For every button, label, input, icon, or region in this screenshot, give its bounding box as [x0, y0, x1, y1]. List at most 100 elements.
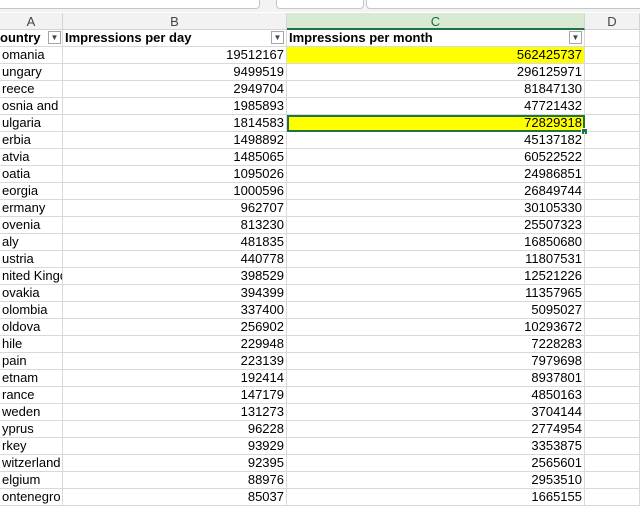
empty-cell[interactable] [585, 132, 640, 149]
impressions-day-cell[interactable]: 1498892 [63, 132, 287, 149]
impressions-day-cell[interactable]: 2949704 [63, 81, 287, 98]
country-cell[interactable]: weden [0, 404, 63, 421]
country-cell[interactable]: olombia [0, 302, 63, 319]
empty-cell[interactable] [585, 387, 640, 404]
impressions-month-cell[interactable]: 7228283 [287, 336, 585, 353]
impressions-month-cell[interactable]: 11807531 [287, 251, 585, 268]
impressions-month-cell[interactable]: 12521226 [287, 268, 585, 285]
impressions-day-cell[interactable]: 1095026 [63, 166, 287, 183]
impressions-month-cell[interactable]: 2774954 [287, 421, 585, 438]
impressions-day-cell[interactable]: 223139 [63, 353, 287, 370]
impressions-day-cell[interactable]: 1485065 [63, 149, 287, 166]
empty-cell[interactable] [585, 285, 640, 302]
impressions-day-cell[interactable]: 92395 [63, 455, 287, 472]
impressions-month-cell[interactable]: 8937801 [287, 370, 585, 387]
country-cell[interactable]: erbia [0, 132, 63, 149]
impressions-month-cell[interactable]: 81847130 [287, 81, 585, 98]
empty-cell[interactable] [585, 251, 640, 268]
country-cell[interactable]: yprus [0, 421, 63, 438]
country-cell[interactable]: oldova [0, 319, 63, 336]
country-cell[interactable]: ermany [0, 200, 63, 217]
country-cell[interactable]: rkey [0, 438, 63, 455]
filter-dropdown-icon[interactable]: ▼ [271, 31, 284, 44]
empty-cell[interactable] [585, 217, 640, 234]
country-cell[interactable]: ungary [0, 64, 63, 81]
empty-cell[interactable] [585, 489, 640, 506]
country-cell[interactable]: aly [0, 234, 63, 251]
impressions-month-cell[interactable]: 25507323 [287, 217, 585, 234]
impressions-day-cell[interactable]: 256902 [63, 319, 287, 336]
country-cell[interactable]: eorgia [0, 183, 63, 200]
empty-cell[interactable] [585, 421, 640, 438]
impressions-day-cell[interactable]: 813230 [63, 217, 287, 234]
country-cell[interactable]: reece [0, 81, 63, 98]
empty-cell[interactable] [585, 302, 640, 319]
country-cell[interactable]: ulgaria [0, 115, 63, 132]
filter-dropdown-icon[interactable]: ▼ [48, 31, 61, 44]
empty-cell[interactable] [585, 30, 640, 47]
impressions-month-cell[interactable]: 16850680 [287, 234, 585, 251]
impressions-month-cell[interactable]: 562425737 [287, 47, 585, 64]
empty-cell[interactable] [585, 353, 640, 370]
impressions-month-cell[interactable]: 45137182 [287, 132, 585, 149]
impressions-day-cell[interactable]: 192414 [63, 370, 287, 387]
country-cell[interactable]: omania [0, 47, 63, 64]
impressions-day-cell[interactable]: 481835 [63, 234, 287, 251]
column-header-a[interactable]: A [0, 13, 63, 30]
country-cell[interactable]: hile [0, 336, 63, 353]
country-cell[interactable]: nited Kingdo [0, 268, 63, 285]
empty-cell[interactable] [585, 98, 640, 115]
empty-cell[interactable] [585, 166, 640, 183]
impressions-month-cell[interactable]: 3353875 [287, 438, 585, 455]
impressions-day-cell[interactable]: 19512167 [63, 47, 287, 64]
country-cell[interactable]: osnia and H [0, 98, 63, 115]
country-cell[interactable]: oatia [0, 166, 63, 183]
impressions-month-cell[interactable]: 26849744 [287, 183, 585, 200]
impressions-month-cell[interactable]: 60522522 [287, 149, 585, 166]
impressions-day-cell[interactable]: 96228 [63, 421, 287, 438]
impressions-month-cell[interactable]: 30105330 [287, 200, 585, 217]
country-cell[interactable]: ovakia [0, 285, 63, 302]
formula-bar[interactable] [366, 0, 640, 9]
impressions-day-cell[interactable]: 398529 [63, 268, 287, 285]
empty-cell[interactable] [585, 81, 640, 98]
country-cell[interactable]: ovenia [0, 217, 63, 234]
empty-cell[interactable] [585, 200, 640, 217]
impressions-day-cell[interactable]: 337400 [63, 302, 287, 319]
column-header-d[interactable]: D [585, 13, 640, 30]
header-cell-country[interactable]: ountry ▼ [0, 30, 63, 47]
column-header-b[interactable]: B [63, 13, 287, 30]
impressions-day-cell[interactable]: 394399 [63, 285, 287, 302]
impressions-month-cell[interactable]: 2953510 [287, 472, 585, 489]
name-box[interactable] [0, 0, 260, 9]
impressions-month-cell[interactable]: 7979698 [287, 353, 585, 370]
impressions-day-cell[interactable]: 962707 [63, 200, 287, 217]
country-cell[interactable]: ustria [0, 251, 63, 268]
country-cell[interactable]: elgium [0, 472, 63, 489]
impressions-day-cell[interactable]: 1000596 [63, 183, 287, 200]
empty-cell[interactable] [585, 183, 640, 200]
impressions-month-cell[interactable]: 5095027 [287, 302, 585, 319]
impressions-month-cell[interactable]: 296125971 [287, 64, 585, 81]
empty-cell[interactable] [585, 455, 640, 472]
empty-cell[interactable] [585, 319, 640, 336]
empty-cell[interactable] [585, 47, 640, 64]
filter-dropdown-icon[interactable]: ▼ [569, 31, 582, 44]
empty-cell[interactable] [585, 404, 640, 421]
impressions-month-cell[interactable]: 4850163 [287, 387, 585, 404]
impressions-day-cell[interactable]: 1985893 [63, 98, 287, 115]
impressions-month-cell[interactable]: 11357965 [287, 285, 585, 302]
impressions-day-cell[interactable]: 88976 [63, 472, 287, 489]
empty-cell[interactable] [585, 472, 640, 489]
country-cell[interactable]: witzerland [0, 455, 63, 472]
empty-cell[interactable] [585, 370, 640, 387]
impressions-month-cell[interactable]: 1665155 [287, 489, 585, 506]
header-cell-impressions-day[interactable]: Impressions per day ▼ [63, 30, 287, 47]
impressions-day-cell[interactable]: 93929 [63, 438, 287, 455]
impressions-day-cell[interactable]: 131273 [63, 404, 287, 421]
empty-cell[interactable] [585, 115, 640, 132]
header-cell-impressions-month[interactable]: Impressions per month ▼ [287, 30, 585, 47]
impressions-day-cell[interactable]: 440778 [63, 251, 287, 268]
country-cell[interactable]: pain [0, 353, 63, 370]
column-header-c[interactable]: C [287, 13, 585, 30]
